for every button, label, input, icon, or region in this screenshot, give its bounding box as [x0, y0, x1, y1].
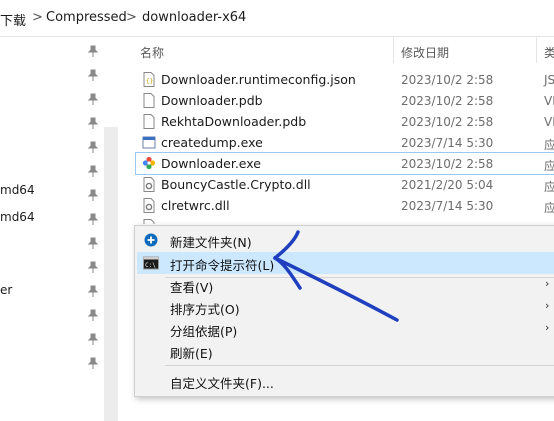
pin-icon[interactable]: [88, 261, 98, 273]
cmd-icon: C:\: [143, 256, 159, 270]
pin-icon[interactable]: [88, 189, 98, 201]
breadcrumb-separator: >: [32, 10, 43, 25]
table-row[interactable]: [136, 57, 554, 63]
table-row[interactable]: createdump.exe 2023/7/14 5:30 应: [136, 132, 554, 153]
file-icon: [143, 93, 155, 108]
file-type: 应: [544, 180, 554, 194]
table-row[interactable]: {} Downloader.runtimeconfig.json 2023/10…: [136, 69, 554, 90]
table-row[interactable]: [136, 216, 554, 224]
file-date: 2021/2/20 5:04: [401, 178, 494, 192]
file-name: Downloader.pdb: [161, 93, 263, 108]
file-type: 应: [544, 138, 554, 152]
breadcrumb-item-compressed[interactable]: Compressed: [46, 10, 127, 25]
file-date: 2023/10/2 2:58: [401, 94, 494, 108]
menu-item-group-by[interactable]: 分组依据(P) ›: [137, 318, 554, 340]
file-type: VI: [544, 94, 554, 108]
nav-scrollbar[interactable]: [104, 127, 118, 421]
svg-text:{}: {}: [146, 78, 153, 85]
dll-gear-icon: [143, 219, 155, 224]
breadcrumb-item-current-folder[interactable]: downloader-x64: [142, 10, 246, 25]
file-date: 2023/7/14 5:30: [401, 136, 494, 150]
exe-window-icon: [142, 136, 156, 149]
svg-text:C:\: C:\: [145, 262, 156, 269]
pin-icon[interactable]: [88, 333, 98, 345]
pin-icon[interactable]: [88, 165, 98, 177]
file-date: 2023/7/14 5:30: [401, 199, 494, 213]
file-date: 2023/10/2 2:58: [401, 157, 494, 171]
table-row[interactable]: RekhtaDownloader.pdb 2023/10/2 2:58 VI: [136, 111, 554, 132]
table-row[interactable]: Downloader.pdb 2023/10/2 2:58 VI: [136, 90, 554, 111]
pin-icon[interactable]: [88, 117, 98, 129]
table-row[interactable]: clretwrc.dll 2023/7/14 5:30 应: [136, 195, 554, 216]
file-name: BouncyCastle.Crypto.dll: [161, 177, 311, 192]
pin-icon[interactable]: [88, 141, 98, 153]
menu-item-label: 查看(V): [170, 280, 214, 295]
menu-item-label: 排序方式(O): [170, 302, 240, 317]
table-row-selected[interactable]: Downloader.exe 2023/10/2 2:58 应: [135, 152, 554, 175]
address-bar[interactable]: 下载 > Compressed > downloader-x64: [0, 0, 554, 37]
nav-item-label[interactable]: er: [0, 283, 12, 297]
submenu-arrow-icon: ›: [545, 299, 550, 312]
menu-item-open-command-prompt[interactable]: C:\ 打开命令提示符(L): [137, 252, 554, 274]
context-menu[interactable]: 新建文件夹(N) C:\ 打开命令提示符(L) 查看(V) › 排序方式(O) …: [134, 225, 554, 397]
file-name: createdump.exe: [161, 135, 263, 150]
file-name: RekhtaDownloader.pdb: [161, 114, 307, 129]
file-type: 应: [544, 159, 554, 173]
file-name: clretwrc.dll: [161, 198, 230, 213]
pin-icon[interactable]: [88, 45, 98, 57]
breadcrumb-item-downloads[interactable]: 下载: [0, 10, 26, 29]
menu-item-label: 刷新(E): [170, 346, 213, 361]
pin-icon[interactable]: [88, 237, 98, 249]
file-date: 2023/10/2 2:58: [401, 115, 494, 129]
json-file-icon: {}: [143, 72, 155, 87]
nav-item-label[interactable]: md64: [0, 183, 35, 197]
file-type: VI: [544, 115, 554, 129]
nav-item-label[interactable]: md64: [0, 210, 35, 224]
app-flower-icon: [142, 156, 156, 170]
pin-icon[interactable]: [88, 69, 98, 81]
pin-icon[interactable]: [88, 93, 98, 105]
menu-item-label: 新建文件夹(N): [170, 235, 252, 250]
breadcrumb-separator: >: [126, 10, 137, 25]
pin-icon[interactable]: [88, 309, 98, 321]
file-type: JS: [544, 73, 554, 87]
file-name: Downloader.exe: [161, 156, 261, 171]
pin-icon[interactable]: [88, 285, 98, 297]
menu-item-label: 分组依据(P): [170, 324, 238, 339]
menu-item-sort-by[interactable]: 排序方式(O) ›: [137, 296, 554, 318]
menu-item-customize-folder[interactable]: 自定义文件夹(F)...: [137, 370, 554, 392]
menu-item-refresh[interactable]: 刷新(E): [137, 340, 554, 362]
submenu-arrow-icon: ›: [545, 277, 550, 290]
new-folder-icon: [144, 233, 158, 247]
submenu-arrow-icon: ›: [545, 321, 550, 334]
pin-icon[interactable]: [88, 213, 98, 225]
navigation-pane[interactable]: md64 md64 er: [0, 37, 120, 421]
file-date: 2023/10/2 2:58: [401, 73, 494, 87]
file-type: 应: [544, 201, 554, 215]
file-icon: [143, 114, 155, 129]
menu-item-label: 自定义文件夹(F)...: [170, 376, 274, 391]
table-row[interactable]: BouncyCastle.Crypto.dll 2021/2/20 5:04 应: [136, 174, 554, 195]
menu-item-label: 打开命令提示符(L): [170, 258, 275, 273]
menu-separator: [165, 365, 554, 366]
pin-icon[interactable]: [88, 357, 98, 369]
menu-item-view[interactable]: 查看(V) ›: [137, 274, 554, 296]
dll-gear-icon: [143, 177, 155, 192]
menu-item-new-folder[interactable]: 新建文件夹(N): [137, 229, 554, 251]
file-name: Downloader.runtimeconfig.json: [161, 72, 356, 87]
dll-gear-icon: [143, 198, 155, 213]
